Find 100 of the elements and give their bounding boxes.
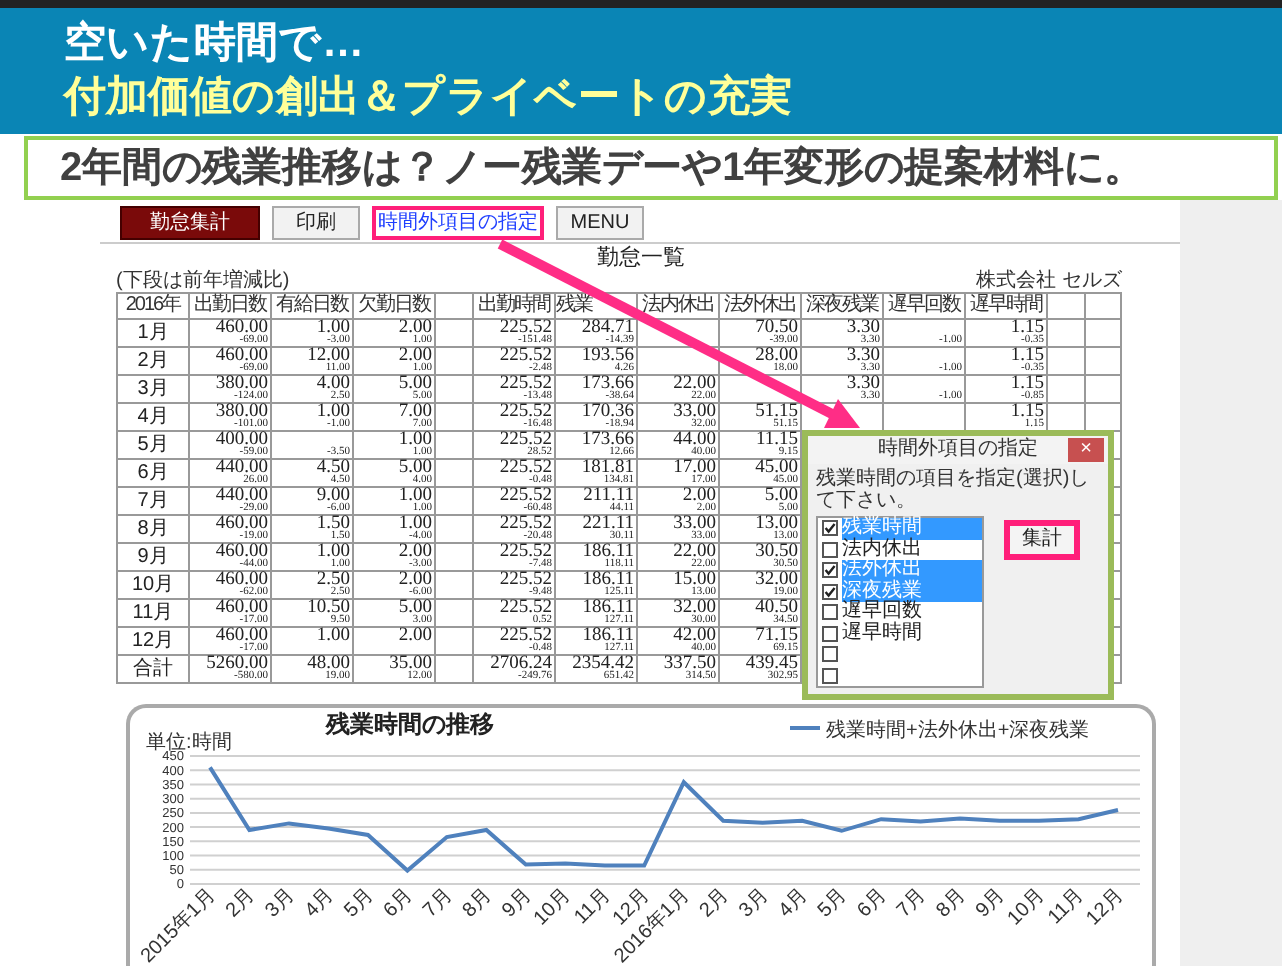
cell-value: 1.15 (1010, 320, 1044, 336)
table-note: (下段は前年増減比) (116, 272, 290, 292)
row-header: 9月 (135, 545, 171, 569)
cell-value: 4.00 (316, 376, 350, 392)
cell-value: 2.00 (398, 544, 432, 560)
checkbox[interactable] (822, 520, 838, 537)
row-header: 3月 (135, 377, 171, 401)
row-header: 10月 (129, 573, 177, 597)
axis-label: 6月 (853, 884, 892, 923)
cell-value: 225.52 (499, 376, 552, 392)
cell-value: 1.50 (316, 516, 350, 532)
chart-title: 残業時間の推移 (326, 710, 494, 738)
axis-label: 4月 (774, 884, 813, 923)
dialog-title: 時間外項目の指定 (878, 438, 1038, 462)
cell-value: 32.00 (673, 600, 716, 616)
cell-value: 5.00 (398, 376, 432, 392)
cell-value: 22.00 (673, 376, 716, 392)
cell-value: 9.00 (316, 488, 350, 504)
cell-value: 173.66 (581, 376, 634, 392)
axis-label: 7月 (419, 884, 458, 923)
checkbox[interactable] (822, 604, 838, 621)
cell-value: 440.00 (215, 488, 268, 504)
cell-value: 440.00 (215, 460, 268, 476)
toolbar-button[interactable]: 時間外項目の指定 (372, 206, 544, 240)
cell-value: 225.52 (499, 628, 552, 644)
cell-value: 284.71 (581, 320, 634, 336)
cell-value: 1.15 (1010, 348, 1044, 364)
cell-value: 15.00 (673, 572, 716, 588)
cell-value: 181.81 (581, 460, 634, 476)
axis-label: 3月 (735, 884, 773, 923)
cell-value: 11.15 (755, 432, 798, 448)
axis-label: 7月 (893, 884, 931, 923)
cell-value: 337.50 (663, 656, 716, 672)
company-name: 株式会社 セルズ (976, 272, 1122, 292)
checkbox[interactable] (822, 667, 838, 684)
cell-value: 186.11 (582, 572, 634, 588)
cell-value: 460.00 (215, 516, 268, 532)
cell-value: 1.00 (316, 320, 350, 336)
cell-value: 1.00 (316, 544, 350, 560)
checkbox[interactable] (822, 646, 838, 663)
slide-title: 付加価値の創出＆プライベートの充実 (64, 71, 794, 124)
row-header: 合計 (131, 657, 175, 681)
cell-value: 33.00 (673, 404, 716, 420)
cell-value: 33.00 (673, 516, 716, 532)
cell-value: 17.00 (673, 460, 716, 476)
axis-label: 2月 (222, 884, 260, 923)
cell-value: 186.11 (582, 544, 634, 560)
cell-value: 193.56 (581, 348, 634, 364)
slide-title: 空いた時間で… (64, 18, 366, 70)
cell-value: 460.00 (215, 572, 268, 588)
cell-value: 1.00 (398, 516, 432, 532)
toolbar-button[interactable]: 勤怠集計 (120, 206, 260, 240)
row-header: 7月 (135, 489, 171, 513)
checkbox[interactable] (822, 625, 838, 642)
toolbar-button[interactable]: MENU (556, 206, 644, 240)
cell-value: 221.11 (582, 516, 634, 532)
toolbar-button[interactable]: 印刷 (272, 206, 360, 240)
checkbox[interactable] (822, 541, 838, 558)
cell-value: 35.00 (389, 656, 432, 672)
list-item[interactable]: 法内休出 (842, 539, 982, 560)
cell-value: 225.52 (499, 432, 552, 448)
cell-value: 460.00 (215, 544, 268, 560)
cell-value: 30.50 (755, 544, 798, 560)
cell-value: 460.00 (215, 320, 268, 336)
cell-value: 2706.24 (490, 656, 552, 672)
row-header: 4月 (135, 405, 171, 429)
checkbox[interactable] (822, 583, 838, 600)
column-header: 遅早時間 (968, 294, 1045, 318)
cell-value: 2.00 (682, 488, 716, 504)
axis-label: 11月 (570, 884, 616, 930)
dialog-instruction: 残業時間の項目を指定(選択)して下さい。 (814, 465, 1092, 512)
cell-value: 48.00 (307, 656, 350, 672)
cell-value: 3.30 (846, 376, 880, 392)
row-header: 2月 (135, 349, 171, 373)
cell-value: 2.50 (316, 572, 350, 588)
cell-value: 225.52 (499, 544, 552, 560)
cell-value: 3.30 (846, 320, 880, 336)
cell-value: 186.11 (582, 600, 634, 616)
axis-label: 8月 (459, 884, 497, 923)
row-header: 5月 (135, 433, 171, 457)
cell-value: 44.00 (673, 432, 716, 448)
cell-value: 225.52 (499, 600, 552, 616)
cell-value: 22.00 (673, 544, 716, 560)
close-button[interactable]: × (1068, 438, 1104, 462)
axis-title: 単位:時間 (146, 732, 232, 754)
cell-value: 225.52 (499, 572, 552, 588)
axis-label: 2月 (695, 884, 734, 923)
cell-value: 1.15 (1010, 404, 1044, 420)
list-item[interactable]: 遅早回数 (842, 602, 982, 623)
list-item[interactable]: 遅早時間 (842, 623, 982, 644)
checkbox[interactable] (822, 562, 838, 579)
cell-value: 460.00 (215, 600, 268, 616)
cell-value: 4.50 (316, 460, 350, 476)
cell-value: 40.50 (755, 600, 798, 616)
cell-value: 225.52 (499, 348, 552, 364)
cell-value: 225.52 (499, 488, 552, 504)
cell-value: 2.00 (398, 628, 432, 644)
total-button[interactable]: 集計 (1004, 520, 1080, 560)
cell-value: 10.50 (307, 600, 350, 616)
cell-value: 380.00 (215, 376, 268, 392)
